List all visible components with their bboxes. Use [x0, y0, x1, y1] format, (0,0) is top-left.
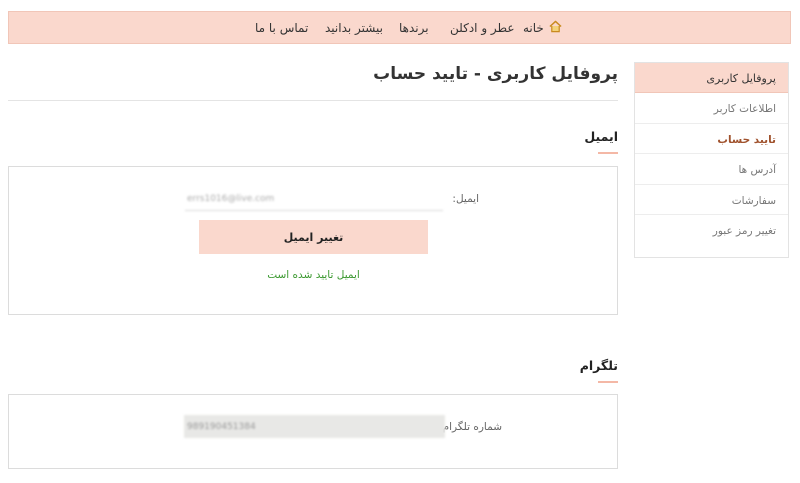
change-email-button[interactable]: تغییر ایمیل: [199, 220, 428, 254]
sidebar-item-change-password[interactable]: تغییر رمز عبور: [635, 215, 788, 246]
sidebar-item-user-info[interactable]: اطلاعات کاربر: [635, 93, 788, 124]
page-title: پروفایل کاربری - تایید حساب: [373, 64, 618, 84]
top-navigation-bar: خانه عطر و ادکلن برندها بیشتر بدانید تما…: [8, 11, 791, 44]
email-verified-status: ایمیل تایید شده است: [267, 269, 360, 281]
sidebar-header: پروفایل کاربری: [635, 63, 788, 93]
email-heading-underline: [598, 152, 618, 154]
nav-perfume-link[interactable]: عطر و ادکلن: [450, 21, 515, 35]
nav-home-label: خانه: [523, 21, 544, 35]
email-section-heading: ایمیل: [584, 129, 618, 144]
telegram-number-label: شماره تلگرام:: [439, 421, 502, 433]
telegram-heading-underline: [598, 381, 618, 383]
telegram-panel: شماره تلگرام:: [8, 394, 618, 469]
nav-home-link[interactable]: خانه: [523, 20, 562, 35]
email-field-label: ایمیل:: [452, 193, 479, 205]
nav-brands-link[interactable]: برندها: [399, 21, 429, 35]
email-field[interactable]: [185, 187, 443, 211]
email-panel: ایمیل: تغییر ایمیل ایمیل تایید شده است: [8, 166, 618, 315]
telegram-number-field[interactable]: [184, 415, 445, 438]
title-divider: [8, 100, 618, 101]
profile-sidebar: پروفایل کاربری اطلاعات کاربر تایید حساب …: [634, 62, 789, 258]
sidebar-item-addresses[interactable]: آدرس ها: [635, 154, 788, 185]
nav-contact-link[interactable]: تماس با ما: [255, 21, 308, 35]
nav-learn-more-link[interactable]: بیشتر بدانید: [325, 21, 383, 35]
sidebar-item-account-verification[interactable]: تایید حساب: [635, 124, 788, 154]
home-icon: [549, 20, 562, 33]
telegram-section-heading: تلگرام: [579, 358, 618, 373]
sidebar-item-orders[interactable]: سفارشات: [635, 185, 788, 215]
